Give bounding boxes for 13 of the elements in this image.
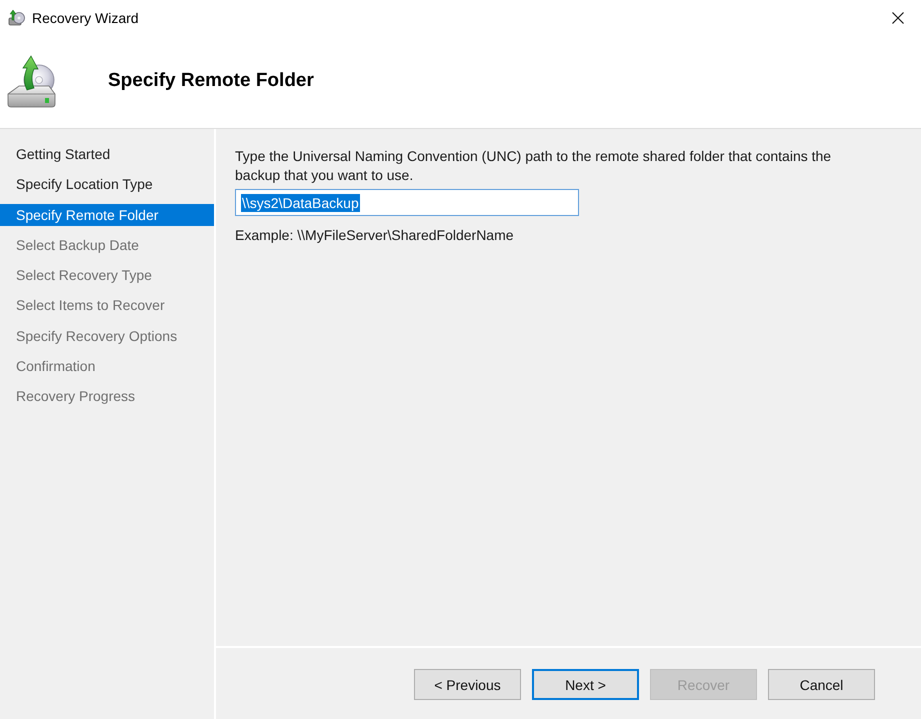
wizard-button[interactable]: Cancel [768, 669, 875, 700]
instruction-text: Type the Universal Naming Convention (UNC) path to the remote shared folder that contains the backup that you want to use. [235, 147, 832, 185]
wizard-step[interactable]: Getting Started [0, 143, 214, 165]
page-title: Specify Remote Folder [108, 70, 314, 92]
path-field[interactable]: \\sys2\DataBackup [235, 189, 579, 216]
wizard-button[interactable]: Next > [532, 669, 639, 700]
drive-arrow-icon [8, 9, 26, 27]
example-text: Example: \\MyFileServer\SharedFolderName [235, 226, 515, 245]
window-title: Recovery Wizard [32, 10, 139, 26]
wizard-button[interactable]: < Previous [414, 669, 521, 700]
close-icon [892, 12, 904, 24]
wizard-step[interactable]: Specify Location Type [0, 173, 214, 196]
wizard-step[interactable]: Specify Remote Folder [0, 204, 214, 226]
